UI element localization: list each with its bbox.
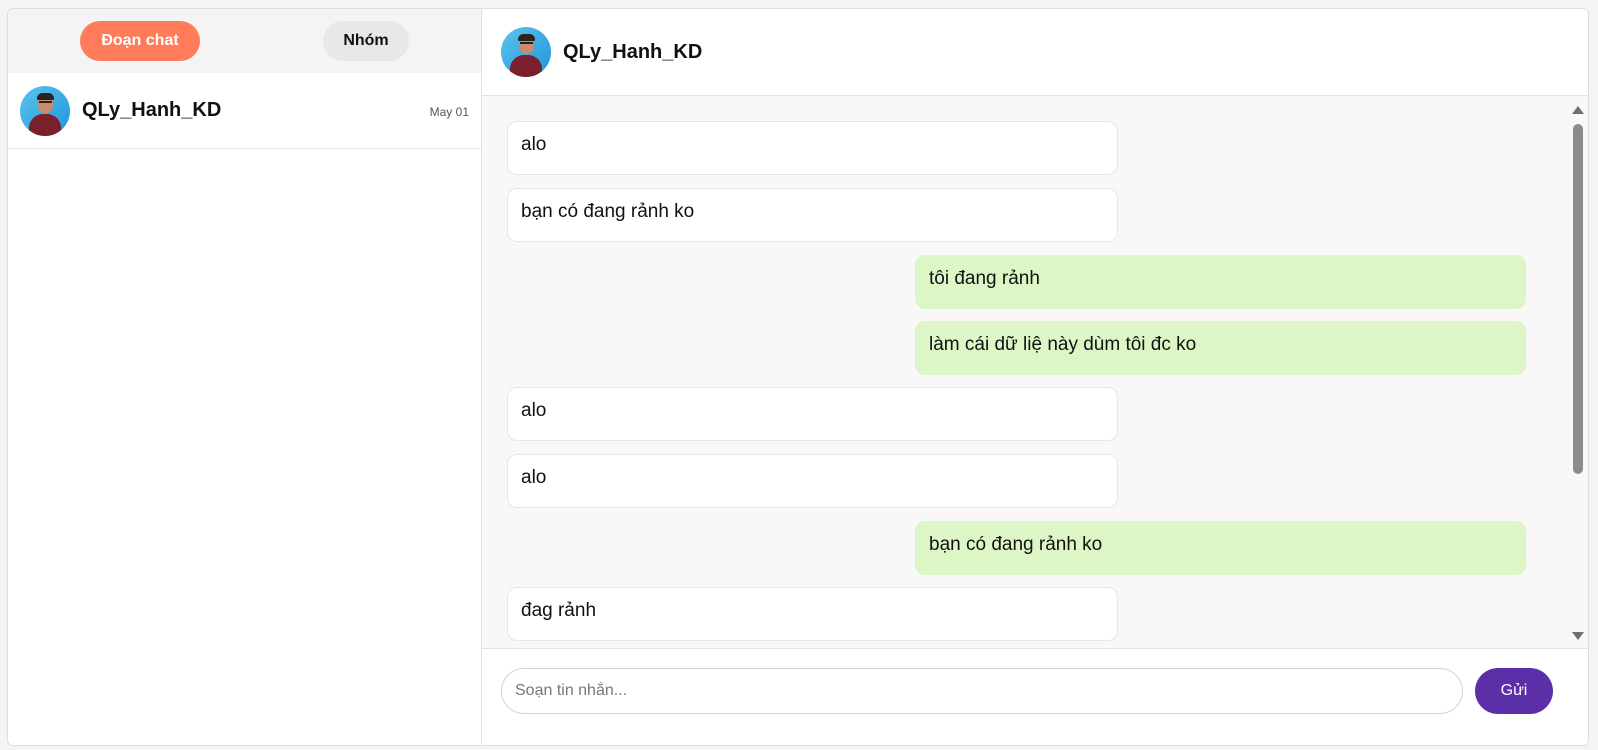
chat-title: QLy_Hanh_KD <box>563 40 703 63</box>
scroll-down-arrow-icon[interactable] <box>1572 632 1584 640</box>
message-bubble-outgoing: bạn có đang rảnh ko <box>915 521 1526 575</box>
conversation-date: May 01 <box>429 105 469 119</box>
avatar-glasses-shape <box>520 42 533 45</box>
message-text: làm cái dữ liệ này dùm tôi đc ko <box>929 334 1197 355</box>
message-bubble-incoming: alo <box>507 454 1118 508</box>
message-text: đag rảnh <box>521 600 597 621</box>
message-list: alo bạn có đang rảnh ko tôi đang rảnh là… <box>482 96 1588 648</box>
message-bubble-incoming: đag rảnh <box>507 587 1118 641</box>
avatar-body-shape <box>29 113 61 136</box>
message-scrollbar[interactable] <box>1568 96 1588 648</box>
message-input[interactable] <box>501 668 1463 714</box>
chat-header: QLy_Hanh_KD <box>482 9 1588 96</box>
conversation-item[interactable]: QLy_Hanh_KD May 01 <box>8 73 481 149</box>
sidebar: Đoạn chat Nhóm QLy_Hanh_KD May 01 <box>8 9 482 745</box>
send-button[interactable]: Gửi <box>1475 668 1553 714</box>
avatar-hair-shape <box>37 92 54 100</box>
avatar-body-shape <box>510 55 542 77</box>
message-composer: Gửi <box>482 648 1588 745</box>
message-text: alo <box>521 467 547 488</box>
message-bubble-outgoing: làm cái dữ liệ này dùm tôi đc ko <box>915 321 1526 375</box>
chat-panel: QLy_Hanh_KD alo bạn có đang rảnh ko tôi … <box>482 9 1588 745</box>
avatar-hair-shape <box>518 34 535 41</box>
message-text: bạn có đang rảnh ko <box>929 534 1103 555</box>
message-bubble-incoming: alo <box>507 387 1118 441</box>
message-text: alo <box>521 400 547 421</box>
avatar-glasses-shape <box>39 100 52 104</box>
avatar <box>20 85 70 136</box>
message-bubble-outgoing: tôi đang rảnh <box>915 255 1526 309</box>
tab-chats[interactable]: Đoạn chat <box>80 21 200 61</box>
avatar <box>501 27 551 77</box>
message-bubble-incoming: alo <box>507 121 1118 175</box>
conversation-name: QLy_Hanh_KD <box>82 99 222 121</box>
message-text: alo <box>521 134 547 155</box>
scrollbar-thumb[interactable] <box>1573 124 1583 474</box>
message-bubble-incoming: bạn có đang rảnh ko <box>507 188 1118 242</box>
message-text: bạn có đang rảnh ko <box>521 201 695 222</box>
message-text: tôi đang rảnh <box>929 268 1040 289</box>
tab-groups[interactable]: Nhóm <box>323 21 409 61</box>
scroll-up-arrow-icon[interactable] <box>1572 106 1584 114</box>
sidebar-tabs: Đoạn chat Nhóm <box>8 9 481 73</box>
chat-app: Đoạn chat Nhóm QLy_Hanh_KD May 01 QLy_Ha… <box>7 8 1589 746</box>
